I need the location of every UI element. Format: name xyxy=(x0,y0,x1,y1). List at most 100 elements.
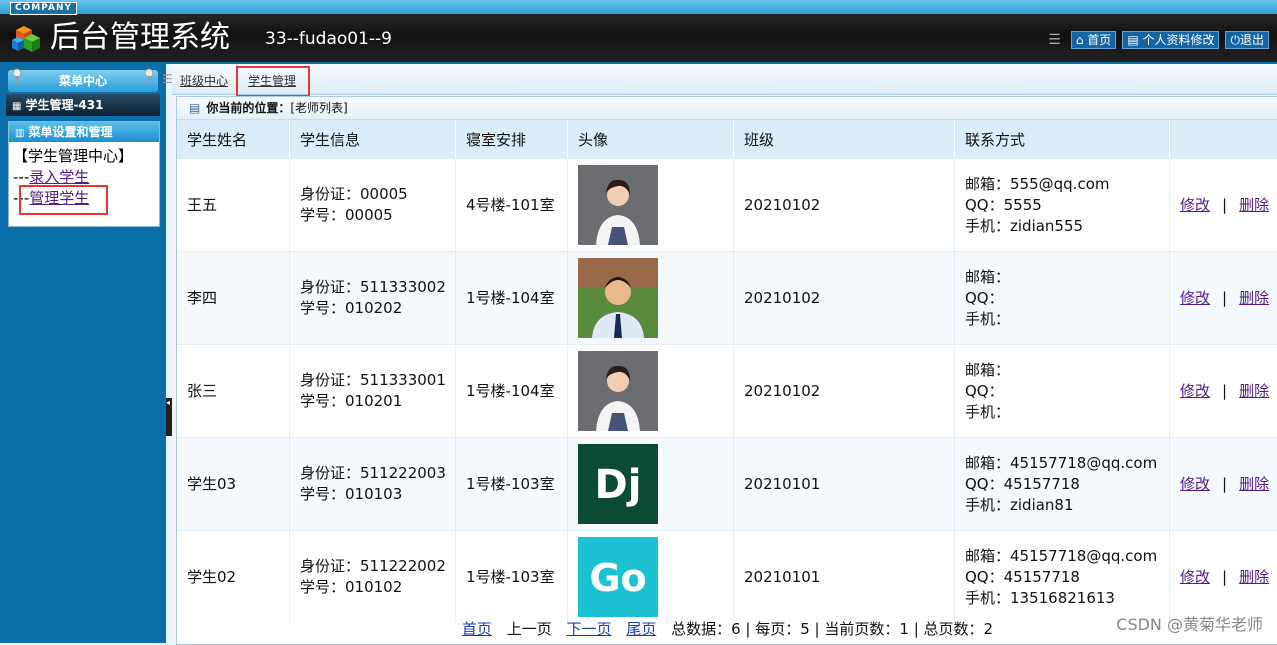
table-row: 张三身份证：511333001学号：0102011号楼-104室 20210102… xyxy=(177,345,1277,438)
student-number: 学号：010103 xyxy=(300,484,454,505)
panel-icon: ▥ xyxy=(15,124,24,144)
phone: 手机：13516821613 xyxy=(965,588,1168,609)
student-name: 李四 xyxy=(177,252,290,345)
dorm: 1号楼-103室 xyxy=(456,438,568,531)
row-actions: 修改 | 删除 xyxy=(1170,345,1277,438)
table-row: 学生02身份证：511222002学号：0101021号楼-103室Go 2021… xyxy=(177,531,1277,624)
qq: QQ： xyxy=(965,288,1168,309)
delete-link[interactable]: 删除 xyxy=(1239,382,1269,400)
phone: 手机： xyxy=(965,309,1168,330)
edit-link[interactable]: 修改 xyxy=(1180,475,1210,493)
go-logo-icon: Go xyxy=(578,537,658,617)
delete-link[interactable]: 删除 xyxy=(1239,196,1269,214)
row-actions: 修改|删除 xyxy=(1170,438,1277,531)
edit-link[interactable]: 修改 xyxy=(1180,289,1210,307)
phone: 手机：zidian81 xyxy=(965,495,1168,516)
app-header: COMPANY 后台管理系统 33--fudao01--9 ☰ ⌂ 首页 ▤ 个… xyxy=(0,0,1277,64)
profile-edit-button[interactable]: ▤ 个人资料修改 xyxy=(1122,31,1219,49)
separator: | xyxy=(1222,382,1227,400)
table-row: 王五身份证：00005学号：000054号楼-101室20210102邮箱：55… xyxy=(177,159,1277,252)
system-title: 后台管理系统 xyxy=(50,18,230,58)
id-card: 身份证：511222003 xyxy=(300,463,454,484)
id-card: 身份证：511333001 xyxy=(300,370,454,391)
avatar-cell xyxy=(568,252,734,345)
col-dorm: 寝室安排 xyxy=(456,120,568,159)
separator: | xyxy=(1222,568,1227,586)
avatar-cell: Dj xyxy=(568,438,734,531)
edit-link[interactable]: 修改 xyxy=(1180,568,1210,586)
home-button[interactable]: ⌂ 首页 xyxy=(1071,31,1116,49)
list-icon: ☰ xyxy=(162,72,173,86)
menu-center-title: 菜单中心 xyxy=(8,70,158,92)
woman-portrait-icon xyxy=(578,351,658,431)
student-number: 学号：010202 xyxy=(300,298,454,319)
class: 20210102 xyxy=(734,345,955,438)
col-avatar: 头像 xyxy=(568,120,734,159)
logout-button[interactable]: ⏻退出 xyxy=(1225,31,1269,49)
edit-link[interactable]: 修改 xyxy=(1180,382,1210,400)
add-student-link[interactable]: 录入学生 xyxy=(29,168,89,186)
student-table: 学生姓名 学生信息 寝室安排 头像 班级 联系方式 王五身份证：00005学号：… xyxy=(177,120,1277,623)
logout-label: 退出 xyxy=(1240,33,1264,47)
module-title[interactable]: ▦学生管理-431 xyxy=(6,94,160,116)
home-label: 首页 xyxy=(1087,33,1111,47)
class: 20210101 xyxy=(734,438,955,531)
delete-link[interactable]: 删除 xyxy=(1239,568,1269,586)
student-name: 张三 xyxy=(177,345,290,438)
student-name: 学生02 xyxy=(177,531,290,624)
id-card: 身份证：00005 xyxy=(300,184,454,205)
menu-panel-header: ▥菜单设置和管理 xyxy=(9,122,159,142)
content-panel: ▤你当前的位置：[老师列表] 学生姓名 学生信息 寝室安排 头像 班级 联系方式… xyxy=(176,96,1277,645)
col-name: 学生姓名 xyxy=(177,120,290,159)
contact: 邮箱：QQ：手机： xyxy=(955,345,1170,438)
student-info: 身份证：511222002学号：010102 xyxy=(290,531,456,624)
last-page-link[interactable]: 尾页 xyxy=(626,620,656,638)
col-info: 学生信息 xyxy=(290,120,456,159)
qq: QQ：5555 xyxy=(965,195,1168,216)
delete-link[interactable]: 删除 xyxy=(1239,475,1269,493)
email: 邮箱：45157718@qq.com xyxy=(965,546,1168,567)
student-info: 身份证：511333001学号：010201 xyxy=(290,345,456,438)
email: 邮箱：45157718@qq.com xyxy=(965,453,1168,474)
menu-lines-icon: ☰ xyxy=(1048,32,1061,48)
tab-class-center[interactable]: 班级中心 xyxy=(180,72,228,89)
dorm: 1号楼-103室 xyxy=(456,531,568,624)
menu-center-label: 菜单中心 xyxy=(59,74,107,88)
prev-page-link[interactable]: 上一页 xyxy=(507,620,552,638)
email: 邮箱： xyxy=(965,360,1168,381)
dorm: 1号楼-104室 xyxy=(456,345,568,438)
avatar-cell xyxy=(568,345,734,438)
location-bar: ▤你当前的位置：[老师列表] xyxy=(177,97,1277,120)
highlight-box xyxy=(236,66,310,97)
pager: 首页 上一页 下一页 尾页 总数据：6 | 每页：5 | 当前页数：1 | 总页… xyxy=(177,614,1277,644)
student-info: 身份证：00005学号：00005 xyxy=(290,159,456,252)
email: 邮箱： xyxy=(965,267,1168,288)
col-ops xyxy=(1170,120,1277,159)
watermark: CSDN @黄菊华老师 xyxy=(1116,611,1263,635)
first-page-link[interactable]: 首页 xyxy=(462,620,492,638)
contact: 邮箱：45157718@qq.comQQ：45157718手机：zidian81 xyxy=(955,438,1170,531)
row-actions: 修改|删除 xyxy=(1170,159,1277,252)
avatar-cell xyxy=(568,159,734,252)
highlight-box xyxy=(19,185,108,215)
phone: 手机： xyxy=(965,402,1168,423)
dorm: 1号楼-104室 xyxy=(456,252,568,345)
pin-icon xyxy=(11,68,23,84)
avatar-cell: Go xyxy=(568,531,734,624)
row-actions: 修改 | 删除 xyxy=(1170,531,1277,624)
profile-edit-label: 个人资料修改 xyxy=(1142,33,1214,47)
col-contact: 联系方式 xyxy=(955,120,1170,159)
row-actions: 修改|删除 xyxy=(1170,252,1277,345)
grid-icon: ▦ xyxy=(12,96,21,118)
location-value: [老师列表] xyxy=(290,101,347,115)
contact: 邮箱：45157718@qq.comQQ：45157718手机：13516821… xyxy=(955,531,1170,624)
pin-icon xyxy=(143,68,155,84)
next-page-link[interactable]: 下一页 xyxy=(567,620,612,638)
delete-link[interactable]: 删除 xyxy=(1239,289,1269,307)
edit-link[interactable]: 修改 xyxy=(1180,196,1210,214)
dj-logo-icon: Dj xyxy=(578,444,658,524)
qq: QQ：45157718 xyxy=(965,474,1168,495)
class: 20210101 xyxy=(734,531,955,624)
email: 邮箱：555@qq.com xyxy=(965,174,1168,195)
student-number: 学号：010201 xyxy=(300,391,454,412)
